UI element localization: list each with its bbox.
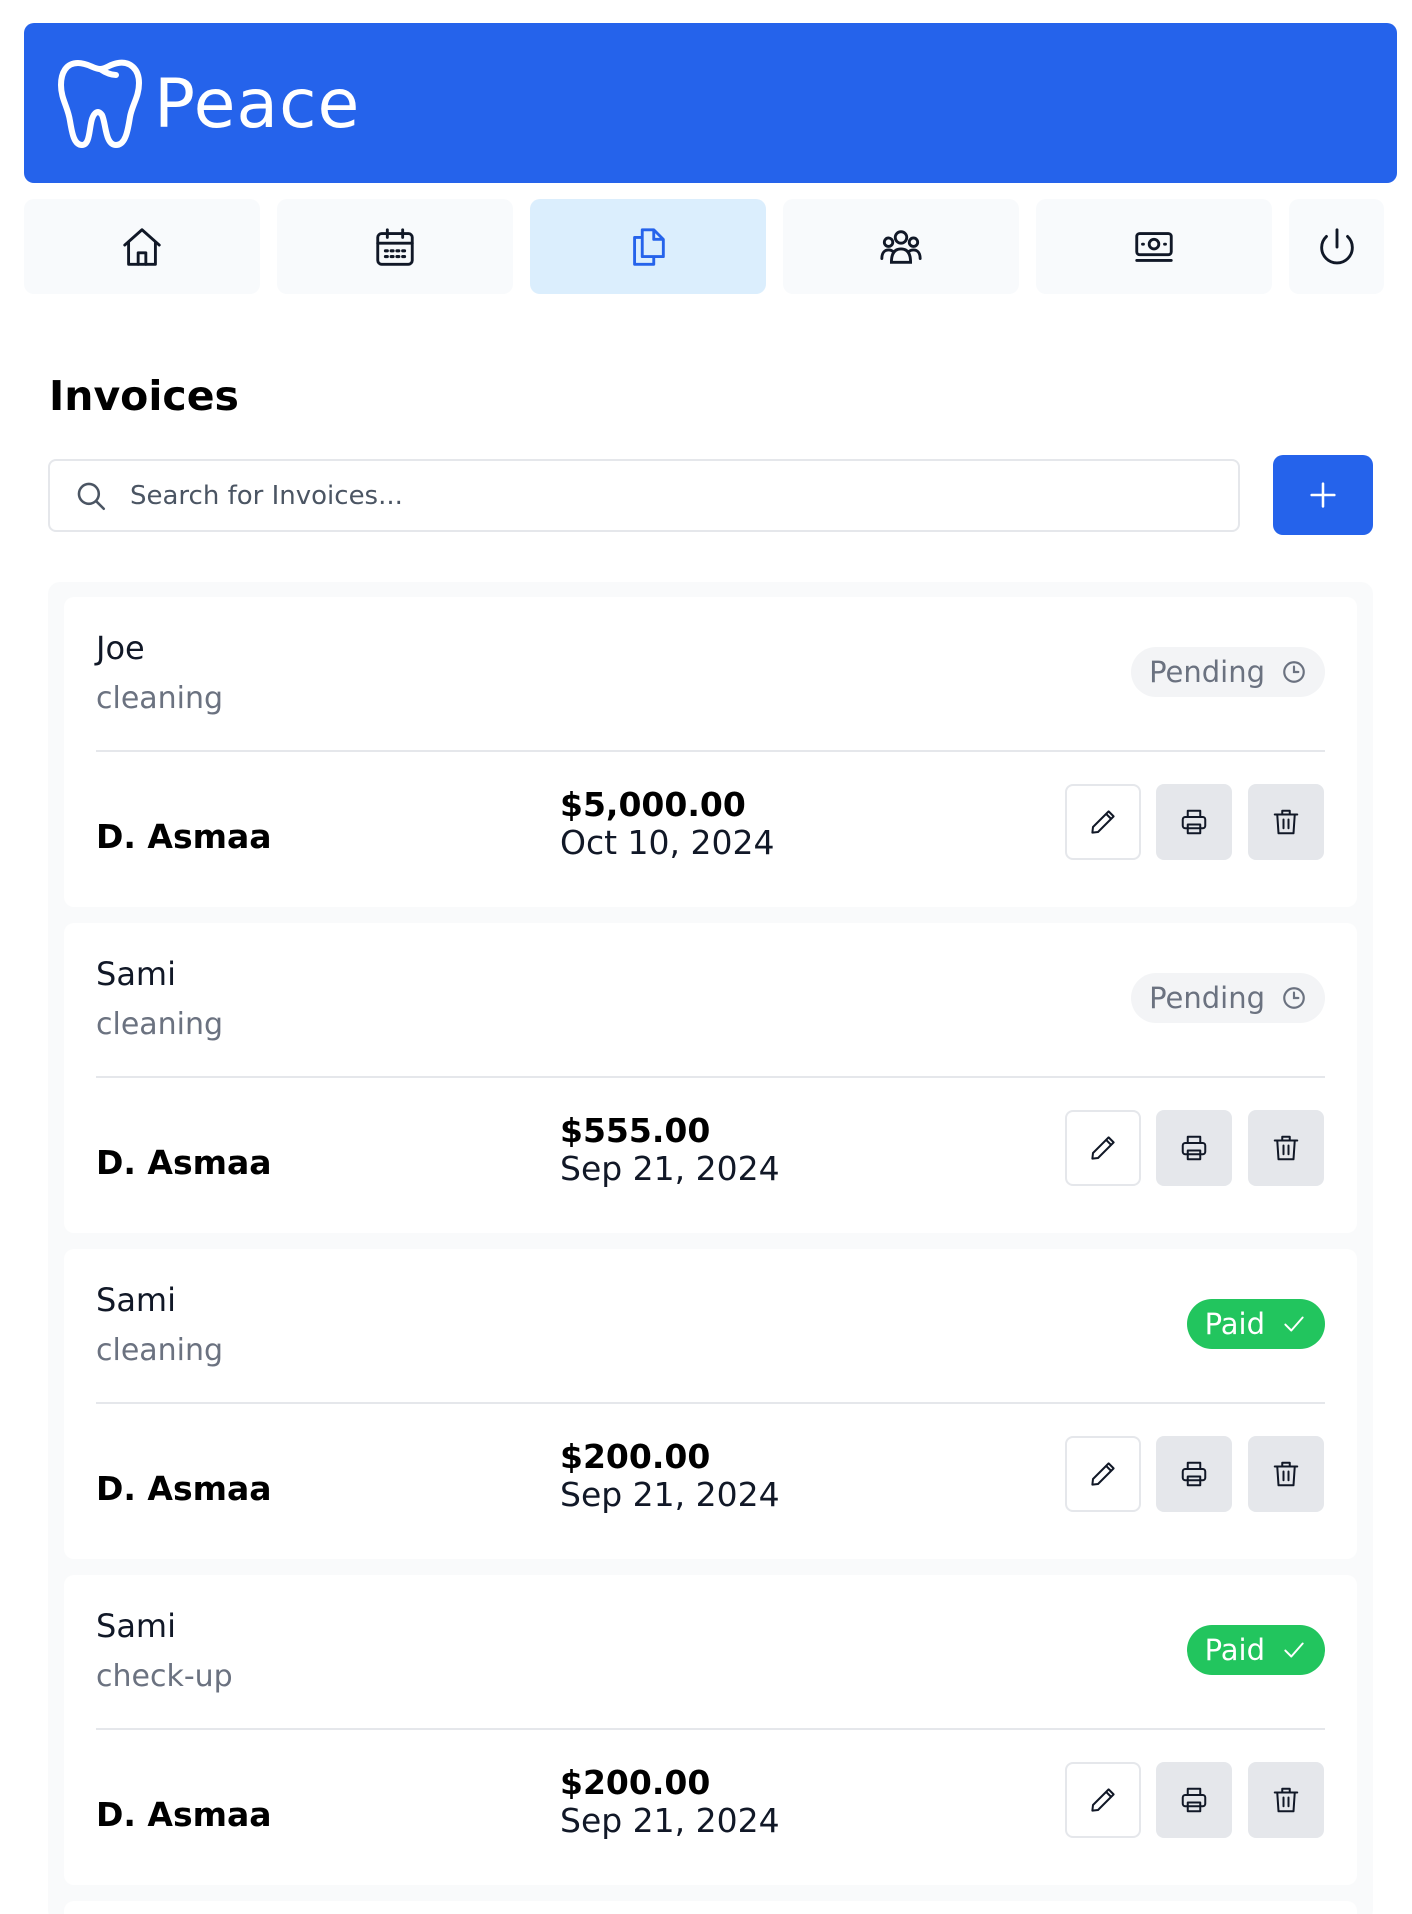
invoice-card[interactable]: Sami cleaning Paid D. Asmaa $200.00 Sep … (64, 1249, 1357, 1559)
nav-logout[interactable] (1289, 199, 1384, 294)
service-name: check-up (96, 1659, 233, 1694)
print-button[interactable] (1156, 1762, 1232, 1838)
patient-name: Sami (96, 1607, 176, 1645)
invoice-amount: $555.00 (560, 1111, 711, 1150)
nav-invoices[interactable] (530, 199, 766, 294)
app-name: Peace (154, 64, 361, 144)
plus-icon (1310, 482, 1336, 508)
print-button[interactable] (1156, 784, 1232, 860)
delete-button[interactable] (1248, 1110, 1324, 1186)
invoice-amount: $200.00 (560, 1437, 711, 1476)
edit-button[interactable] (1065, 784, 1141, 860)
invoice-card[interactable]: Sami check-up Paid D. Asmaa $200.00 Sep … (64, 1575, 1357, 1885)
invoice-card[interactable]: Joe cleaning Pending D. Asmaa $5,000.00 … (64, 597, 1357, 907)
app-header: Peace (24, 23, 1397, 183)
trash-icon (1273, 809, 1299, 835)
search-icon (77, 482, 106, 510)
doctor-name: D. Asmaa (96, 1469, 272, 1508)
pencil-icon (1091, 1788, 1115, 1812)
clock-icon (1283, 661, 1305, 683)
invoice-list: Joe cleaning Pending D. Asmaa $5,000.00 … (48, 582, 1373, 1914)
check-icon (1284, 1316, 1304, 1332)
invoice-date: Sep 21, 2024 (560, 1149, 780, 1188)
invoice-amount: $200.00 (560, 1763, 711, 1802)
nav-home[interactable] (24, 199, 260, 294)
patient-name: Sami (96, 1281, 176, 1319)
home-icon (123, 227, 161, 266)
service-name: cleaning (96, 681, 224, 716)
documents-icon (633, 227, 665, 266)
printer-icon (1181, 1787, 1207, 1813)
delete-button[interactable] (1248, 1436, 1324, 1512)
patient-name: Sami (96, 955, 176, 993)
divider (96, 1076, 1325, 1078)
invoice-card[interactable]: Sami cleaning Pending D. Asmaa $555.00 S… (64, 923, 1357, 1233)
edit-button[interactable] (1065, 1110, 1141, 1186)
edit-button[interactable] (1065, 1436, 1141, 1512)
users-icon (880, 229, 922, 264)
status-label: Paid (1204, 1633, 1265, 1667)
service-name: cleaning (96, 1333, 224, 1368)
status-badge: Pending (1131, 973, 1325, 1023)
invoice-date: Sep 21, 2024 (560, 1475, 780, 1514)
nav-patients[interactable] (783, 199, 1019, 294)
invoice-date: Sep 21, 2024 (560, 1801, 780, 1840)
calendar-icon (376, 227, 414, 266)
doctor-name: D. Asmaa (96, 817, 272, 856)
invoice-amount: $5,000.00 (560, 785, 746, 824)
printer-icon (1181, 1461, 1207, 1487)
check-icon (1284, 1642, 1304, 1658)
status-badge: Paid (1186, 1625, 1325, 1675)
pencil-icon (1091, 810, 1115, 834)
invoice-card-partial[interactable] (64, 1901, 1357, 1914)
print-button[interactable] (1156, 1110, 1232, 1186)
divider (96, 750, 1325, 752)
doctor-name: D. Asmaa (96, 1795, 272, 1834)
status-badge: Paid (1186, 1299, 1325, 1349)
main-nav (24, 199, 1397, 294)
printer-icon (1181, 1135, 1207, 1161)
doctor-name: D. Asmaa (96, 1143, 272, 1182)
service-name: cleaning (96, 1007, 224, 1042)
trash-icon (1273, 1135, 1299, 1161)
patient-name: Joe (96, 629, 145, 667)
power-icon (1319, 227, 1354, 264)
search-box (48, 459, 1240, 532)
status-label: Paid (1204, 1307, 1265, 1341)
money-icon (1135, 231, 1173, 262)
add-invoice-button[interactable] (1273, 455, 1373, 535)
delete-button[interactable] (1248, 784, 1324, 860)
page-title: Invoices (49, 372, 239, 420)
print-button[interactable] (1156, 1436, 1232, 1512)
clock-icon (1283, 987, 1305, 1009)
edit-button[interactable] (1065, 1762, 1141, 1838)
nav-calendar[interactable] (277, 199, 513, 294)
invoice-date: Oct 10, 2024 (560, 823, 775, 862)
tooth-icon (58, 59, 142, 148)
status-label: Pending (1149, 981, 1265, 1015)
status-badge: Pending (1131, 647, 1325, 697)
pencil-icon (1091, 1136, 1115, 1160)
delete-button[interactable] (1248, 1762, 1324, 1838)
pencil-icon (1091, 1462, 1115, 1486)
trash-icon (1273, 1787, 1299, 1813)
trash-icon (1273, 1461, 1299, 1487)
nav-payments[interactable] (1036, 199, 1272, 294)
divider (96, 1728, 1325, 1730)
printer-icon (1181, 809, 1207, 835)
search-input[interactable] (130, 480, 1130, 511)
status-label: Pending (1149, 655, 1265, 689)
divider (96, 1402, 1325, 1404)
